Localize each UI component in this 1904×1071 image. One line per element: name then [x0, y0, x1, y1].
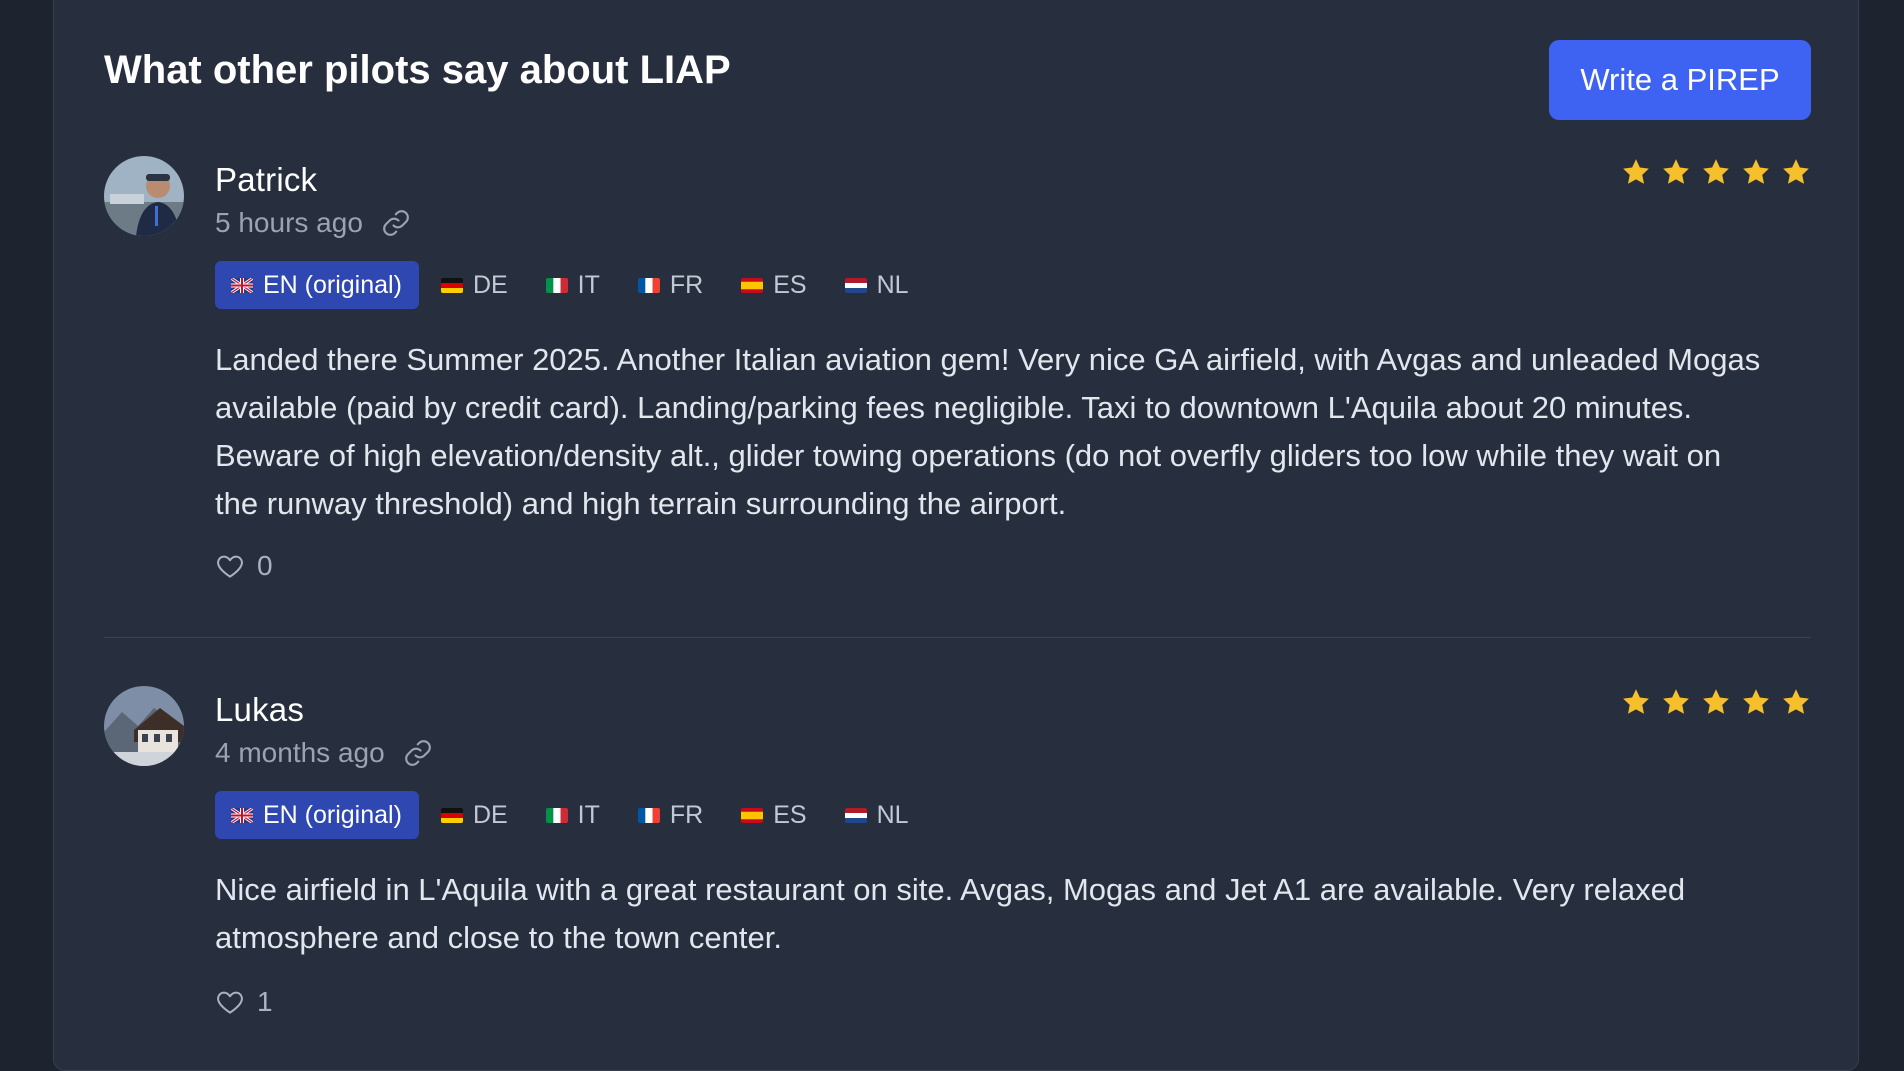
star-icon — [1783, 159, 1809, 184]
uk-flag-icon — [231, 807, 253, 823]
avatar[interactable] — [104, 686, 184, 766]
like-count: 0 — [257, 550, 273, 581]
lang-tab-fr[interactable]: FR — [622, 791, 719, 839]
lang-tab-es[interactable]: ES — [725, 791, 822, 839]
germany-flag-icon — [440, 277, 463, 293]
rating-stars — [1621, 687, 1811, 717]
italy-flag-icon — [545, 807, 568, 823]
star-icon — [1623, 159, 1649, 184]
star-icon — [1663, 159, 1689, 184]
review-time: 5 hours ago — [215, 207, 363, 238]
lang-label: DE — [472, 800, 508, 829]
link-icon[interactable] — [381, 208, 411, 238]
language-tabs: EN (original) DE IT FR ES NL — [215, 791, 925, 839]
lang-label: NL — [876, 800, 909, 829]
heart-icon — [217, 555, 243, 578]
lang-label: EN (original) — [263, 270, 402, 299]
rating-stars — [1621, 157, 1811, 187]
lang-tab-nl[interactable]: NL — [829, 261, 925, 309]
review-author[interactable]: Patrick — [215, 161, 317, 199]
review-divider — [104, 637, 1811, 638]
lang-label: IT — [577, 800, 600, 829]
like-count: 1 — [257, 986, 273, 1017]
star-icon — [1703, 159, 1729, 184]
lang-label: EN (original) — [263, 800, 402, 829]
heart-icon — [217, 991, 243, 1014]
netherlands-flag-icon — [844, 807, 867, 823]
lang-tab-it[interactable]: IT — [530, 261, 616, 309]
review-meta: 5 hours ago — [215, 207, 411, 239]
lang-tab-en[interactable]: EN (original) — [215, 261, 419, 309]
language-tabs: EN (original) DE IT FR ES NL — [215, 261, 925, 309]
star-icon — [1743, 689, 1769, 714]
lang-label: ES — [773, 800, 807, 829]
star-icon — [1663, 689, 1689, 714]
review-meta: 4 months ago — [215, 737, 433, 769]
review-text: Landed there Summer 2025. Another Italia… — [215, 342, 1761, 521]
like-button[interactable]: 0 — [215, 550, 273, 582]
section-title: What other pilots say about LIAP — [104, 48, 731, 92]
lang-tab-fr[interactable]: FR — [622, 261, 719, 309]
netherlands-flag-icon — [844, 277, 867, 293]
lang-tab-es[interactable]: ES — [725, 261, 822, 309]
star-icon — [1783, 689, 1809, 714]
lang-tab-en[interactable]: EN (original) — [215, 791, 419, 839]
lang-label: IT — [577, 270, 600, 299]
spain-flag-icon — [741, 807, 764, 823]
link-icon[interactable] — [403, 738, 433, 768]
review-author[interactable]: Lukas — [215, 691, 304, 729]
germany-flag-icon — [440, 807, 463, 823]
lang-tab-nl[interactable]: NL — [829, 791, 925, 839]
lang-label: NL — [876, 270, 909, 299]
lang-tab-de[interactable]: DE — [425, 261, 524, 309]
star-icon — [1623, 689, 1649, 714]
lang-label: FR — [669, 270, 704, 299]
star-icon — [1743, 159, 1769, 184]
pireps-header: What other pilots say about LIAP Write a… — [104, 40, 1811, 140]
lang-label: DE — [472, 270, 508, 299]
avatar[interactable] — [104, 156, 184, 236]
france-flag-icon — [637, 807, 660, 823]
like-button[interactable]: 1 — [215, 986, 273, 1018]
france-flag-icon — [637, 277, 660, 293]
italy-flag-icon — [545, 277, 568, 293]
lang-tab-de[interactable]: DE — [425, 791, 524, 839]
lang-label: FR — [669, 800, 704, 829]
lang-label: ES — [773, 270, 807, 299]
star-icon — [1703, 689, 1729, 714]
review-text: Nice airfield in L'Aquila with a great r… — [215, 872, 1686, 955]
uk-flag-icon — [231, 277, 253, 293]
lang-tab-it[interactable]: IT — [530, 791, 616, 839]
write-pirep-button[interactable]: Write a PIREP — [1549, 40, 1811, 120]
review-time: 4 months ago — [215, 737, 385, 768]
spain-flag-icon — [741, 277, 764, 293]
